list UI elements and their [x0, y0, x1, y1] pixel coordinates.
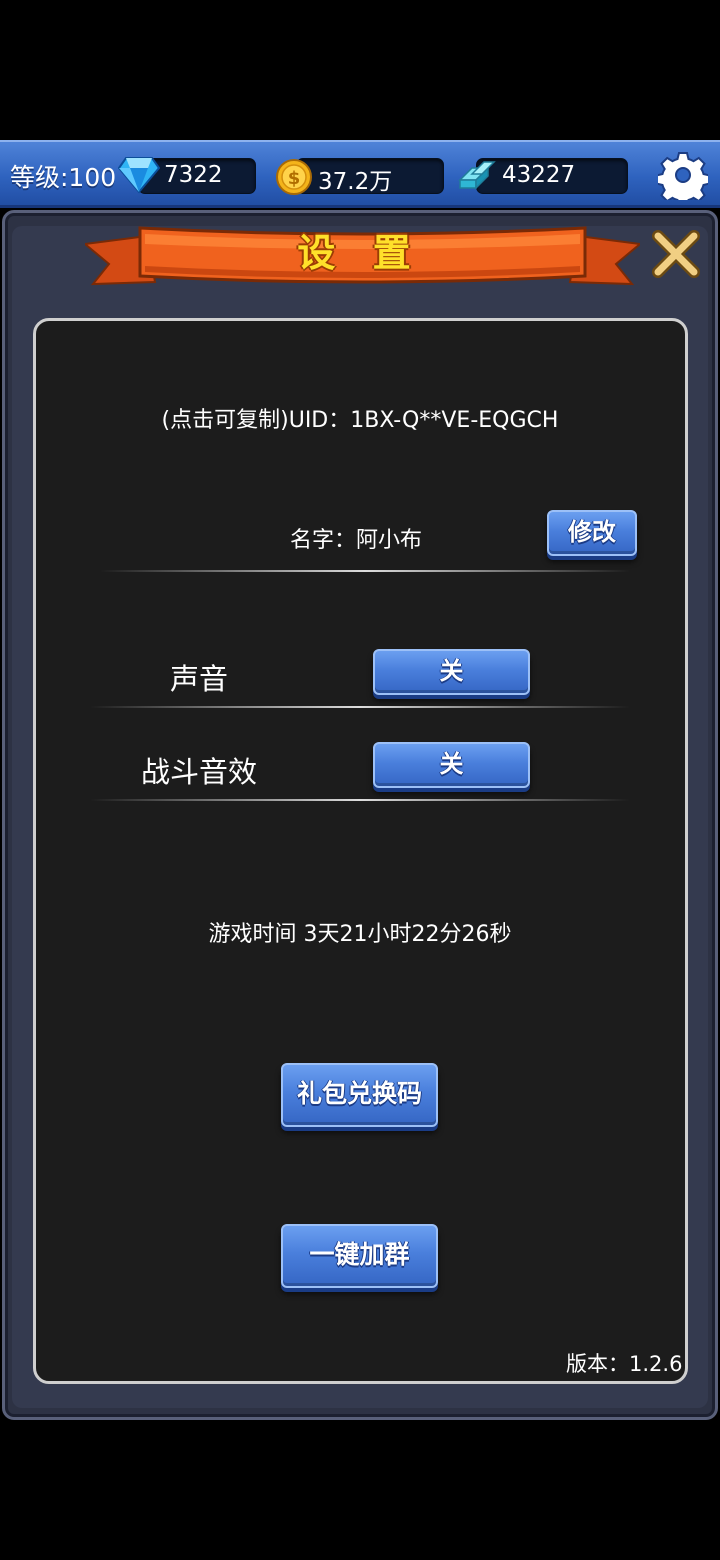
version-text: 版本：1.2.6 — [566, 1352, 683, 1376]
uid-copy-text[interactable]: (点击可复制)UID：1BX-Q**VE-EQGCH — [0, 402, 720, 434]
gear-icon[interactable] — [658, 150, 708, 200]
player-level: 等级:100 — [10, 163, 117, 192]
join-group-button[interactable]: 一键加群 — [281, 1224, 438, 1288]
divider — [100, 570, 630, 572]
panel-title: 设 置 — [297, 231, 423, 275]
gift-code-button[interactable]: 礼包兑换码 — [281, 1063, 438, 1127]
resource-bar: 等级:100 7322 $ 37.2万 43227 — [0, 140, 720, 208]
battle-sfx-toggle-label: 关 — [439, 750, 464, 778]
sound-toggle-button[interactable]: 关 — [373, 649, 530, 695]
gems-value: 7322 — [164, 162, 223, 188]
sound-toggle-label: 关 — [439, 657, 464, 685]
gem-icon — [118, 157, 160, 194]
gift-code-button-label: 礼包兑换码 — [296, 1079, 422, 1108]
divider — [90, 706, 630, 708]
edit-name-button[interactable]: 修改 — [547, 510, 637, 556]
sound-label: 声音 — [170, 662, 229, 696]
divider — [90, 799, 630, 801]
player-name: 名字：阿小布 — [290, 528, 423, 553]
close-icon[interactable] — [650, 228, 702, 280]
crystals-value: 43227 — [502, 162, 576, 188]
join-group-button-label: 一键加群 — [309, 1240, 410, 1269]
edit-name-button-label: 修改 — [568, 518, 616, 546]
gold-value: 37.2万 — [318, 169, 393, 195]
gold-coin-icon: $ — [276, 159, 312, 195]
playtime-text: 游戏时间 3天21小时22分26秒 — [208, 922, 512, 947]
battle-sfx-toggle-button[interactable]: 关 — [373, 742, 530, 788]
svg-text:$: $ — [288, 168, 301, 189]
crystal-icon — [458, 161, 496, 190]
battle-sfx-label: 战斗音效 — [141, 755, 258, 789]
